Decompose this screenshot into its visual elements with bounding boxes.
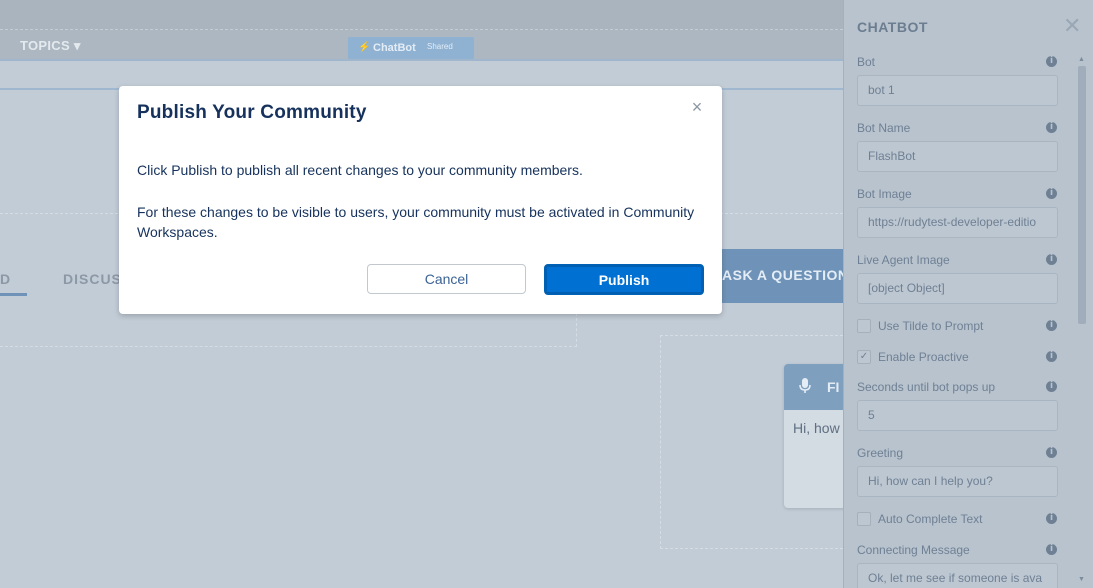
canvas-top-bar: [0, 0, 843, 30]
enable-proactive-label: Enable Proactive: [878, 350, 969, 364]
auto-complete-checkbox[interactable]: [857, 512, 871, 526]
chatbot-property-panel: CHATBOT ✕ Bot i bot 1 Bot Name i FlashBo…: [843, 0, 1093, 588]
info-icon[interactable]: i: [1046, 513, 1057, 524]
cancel-button[interactable]: Cancel: [367, 264, 526, 294]
canvas-nav-bar: TOPICS ▾ ⚡ ChatBot Shared: [0, 30, 843, 61]
chatbot-title: FI: [827, 379, 840, 395]
chatbot-header: FI: [784, 364, 843, 410]
panel-title: CHATBOT: [857, 19, 928, 35]
panel-scrollbar[interactable]: ▲ ▼: [1075, 52, 1089, 588]
bot-name-field[interactable]: FlashBot: [857, 141, 1058, 172]
topics-menu[interactable]: TOPICS ▾: [20, 38, 81, 54]
live-agent-image-label: Live Agent Image: [857, 253, 950, 267]
use-tilde-checkbox[interactable]: [857, 319, 871, 333]
ask-a-question-button[interactable]: ASK A QUESTION: [715, 249, 843, 303]
seconds-until-popup-field[interactable]: 5: [857, 400, 1058, 431]
tab-feed[interactable]: D: [0, 271, 11, 287]
ask-a-question-label: ASK A QUESTION: [722, 267, 843, 283]
info-icon[interactable]: i: [1046, 544, 1057, 555]
modal-title: Publish Your Community: [137, 102, 367, 123]
bot-name-label: Bot Name: [857, 121, 911, 135]
panel-close-icon[interactable]: ✕: [1063, 15, 1083, 37]
bot-image-field[interactable]: https://rudytest-developer-editio: [857, 207, 1058, 238]
connecting-message-label: Connecting Message: [857, 543, 970, 557]
lightning-icon: ⚡: [358, 42, 371, 53]
info-icon[interactable]: i: [1046, 351, 1057, 362]
info-icon[interactable]: i: [1046, 320, 1057, 331]
bot-image-label: Bot Image: [857, 187, 912, 201]
greeting-label: Greeting: [857, 446, 904, 460]
chatbot-component-tag[interactable]: ⚡ ChatBot Shared: [348, 37, 474, 59]
connecting-message-field[interactable]: Ok, let me see if someone is ava: [857, 563, 1058, 588]
microphone-icon: [798, 378, 814, 394]
bot-field[interactable]: bot 1: [857, 75, 1058, 106]
scroll-down-icon[interactable]: ▼: [1078, 576, 1085, 583]
shared-badge: Shared: [427, 42, 453, 51]
info-icon[interactable]: i: [1046, 254, 1057, 265]
use-tilde-label: Use Tilde to Prompt: [878, 319, 984, 333]
publish-modal: Publish Your Community × Click Publish t…: [119, 86, 722, 314]
info-icon[interactable]: i: [1046, 447, 1057, 458]
active-tab-indicator: [0, 293, 27, 296]
enable-proactive-checkbox[interactable]: ✓: [857, 350, 871, 364]
close-icon[interactable]: ×: [688, 98, 706, 116]
bot-label: Bot: [857, 55, 876, 69]
chatbot-tag-label: ChatBot: [373, 42, 416, 54]
greeting-field[interactable]: Hi, how can I help you?: [857, 466, 1058, 497]
publish-button[interactable]: Publish: [544, 264, 704, 295]
info-icon[interactable]: i: [1046, 56, 1057, 67]
modal-activation-note: For these changes to be visible to users…: [137, 204, 695, 240]
seconds-until-popup-label: Seconds until bot pops up: [857, 380, 996, 394]
chatbot-window[interactable]: FI Hi, how: [784, 364, 843, 508]
chatbot-greeting-message: Hi, how: [793, 420, 840, 436]
auto-complete-label: Auto Complete Text: [878, 512, 983, 526]
scroll-thumb[interactable]: [1078, 66, 1086, 324]
info-icon[interactable]: i: [1046, 188, 1057, 199]
tab-discussions[interactable]: DISCUS: [63, 271, 122, 287]
modal-message: Click Publish to publish all recent chan…: [137, 162, 583, 178]
info-icon[interactable]: i: [1046, 122, 1057, 133]
info-icon[interactable]: i: [1046, 381, 1057, 392]
live-agent-image-field[interactable]: [object Object]: [857, 273, 1058, 304]
scroll-up-icon[interactable]: ▲: [1078, 56, 1085, 63]
